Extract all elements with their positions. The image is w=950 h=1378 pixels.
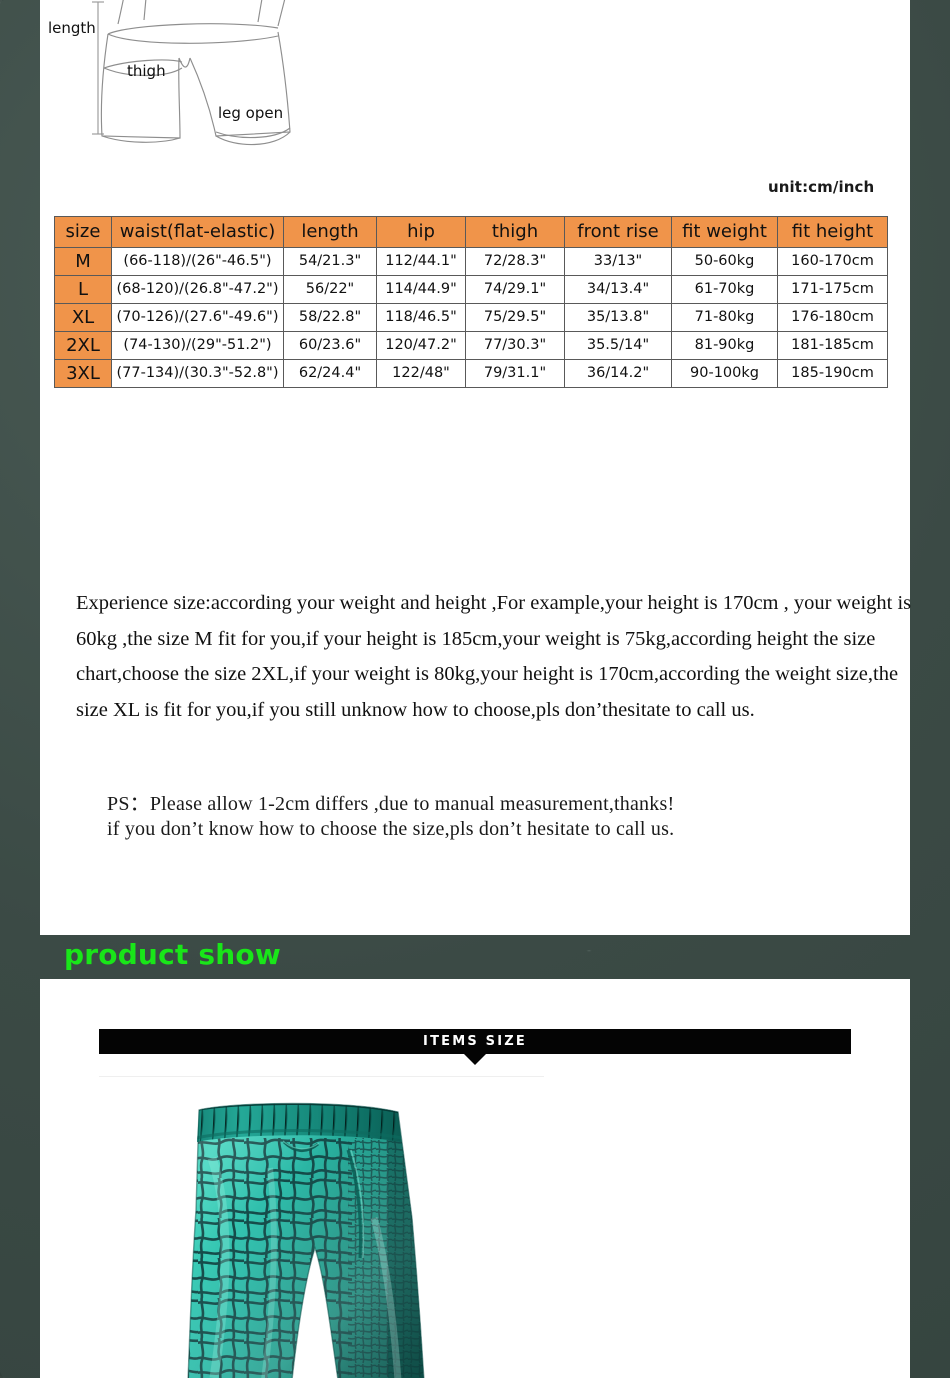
- cell-thigh: 74/29.1": [465, 275, 565, 304]
- product-show-section-band: product show: [40, 935, 910, 979]
- size-chart-table: size waist(flat-elastic) length hip thig…: [54, 216, 888, 388]
- cell-fit-height: 160-170cm: [777, 247, 888, 276]
- cell-fit-weight: 71-80kg: [671, 303, 778, 332]
- column-header-hip: hip: [376, 216, 466, 248]
- table-header-row: size waist(flat-elastic) length hip thig…: [54, 216, 888, 248]
- cell-hip: 114/44.9": [376, 275, 466, 304]
- items-size-arrow-icon: [464, 1054, 486, 1065]
- size-chart-table-wrapper: size waist(flat-elastic) length hip thig…: [54, 216, 888, 388]
- table-row: L (68-120)/(26.8"-47.2") 56/22" 114/44.9…: [54, 275, 888, 304]
- cell-fit-weight: 90-100kg: [671, 359, 778, 388]
- diagram-label-leg-open: leg open: [218, 104, 284, 122]
- diagram-label-length: length: [48, 19, 96, 37]
- cell-thigh: 72/28.3": [465, 247, 565, 276]
- table-row: XL (70-126)/(27.6"-49.6") 58/22.8" 118/4…: [54, 303, 888, 332]
- ps-note-line-1: PS：Please allow 1-2cm differs ,due to ma…: [107, 793, 675, 815]
- table-row: 2XL (74-130)/(29"-51.2") 60/23.6" 120/47…: [54, 331, 888, 360]
- cell-waist: (70-126)/(27.6"-49.6"): [111, 303, 284, 332]
- ps-note: PS：Please allow 1-2cm differs ,due to ma…: [107, 792, 907, 842]
- cell-waist: (77-134)/(30.3"-52.8"): [111, 359, 284, 388]
- unit-note: unit:cm/inch: [768, 178, 875, 196]
- cell-fit-weight: 81-90kg: [671, 331, 778, 360]
- cell-length: 60/23.6": [283, 331, 377, 360]
- cell-hip: 118/46.5": [376, 303, 466, 332]
- cell-length: 58/22.8": [283, 303, 377, 332]
- cell-front-rise: 35.5/14": [564, 331, 672, 360]
- cell-fit-height: 176-180cm: [777, 303, 888, 332]
- cell-front-rise: 36/14.2": [564, 359, 672, 388]
- cell-size: L: [54, 275, 112, 304]
- cell-fit-weight: 61-70kg: [671, 275, 778, 304]
- cell-size: 2XL: [54, 331, 112, 360]
- cell-waist: (68-120)/(26.8"-47.2"): [111, 275, 284, 304]
- column-header-size: size: [54, 216, 112, 248]
- column-header-thigh: thigh: [465, 216, 565, 248]
- cell-hip: 120/47.2": [376, 331, 466, 360]
- diagram-label-thigh: thigh: [127, 62, 166, 80]
- column-header-waist: waist(flat-elastic): [111, 216, 284, 248]
- column-header-fit-height: fit height: [777, 216, 888, 248]
- cell-thigh: 79/31.1": [465, 359, 565, 388]
- cell-front-rise: 33/13": [564, 247, 672, 276]
- cell-length: 54/21.3": [283, 247, 377, 276]
- cell-size: XL: [54, 303, 112, 332]
- cell-fit-weight: 50-60kg: [671, 247, 778, 276]
- experience-size-paragraph: Experience size:according your weight an…: [76, 592, 912, 721]
- cell-fit-height: 171-175cm: [777, 275, 888, 304]
- items-size-banner-label: ITEMS SIZE: [423, 1034, 527, 1049]
- cell-hip: 112/44.1": [376, 247, 466, 276]
- teal-shorts-image: [187, 1102, 425, 1378]
- cell-length: 62/24.4": [283, 359, 377, 388]
- cell-waist: (74-130)/(29"-51.2"): [111, 331, 284, 360]
- product-photo-shorts: [152, 1098, 482, 1378]
- cell-hip: 122/48": [376, 359, 466, 388]
- shorts-measurement-diagram: length hip thigh leg open: [40, 0, 370, 172]
- items-size-banner: ITEMS SIZE: [99, 1029, 851, 1054]
- cell-size: 3XL: [54, 359, 112, 388]
- column-header-length: length: [283, 216, 377, 248]
- table-row: M (66-118)/(26"-46.5") 54/21.3" 112/44.1…: [54, 247, 888, 276]
- column-header-front-rise: front rise: [564, 216, 672, 248]
- cell-front-rise: 34/13.4": [564, 275, 672, 304]
- cell-fit-height: 181-185cm: [777, 331, 888, 360]
- column-header-fit-weight: fit weight: [671, 216, 778, 248]
- cell-length: 56/22": [283, 275, 377, 304]
- items-size-divider: [99, 1076, 544, 1077]
- ps-note-line-2: if you don’t know how to choose the size…: [107, 818, 675, 840]
- cell-thigh: 77/30.3": [465, 331, 565, 360]
- cell-thigh: 75/29.5": [465, 303, 565, 332]
- table-row: 3XL (77-134)/(30.3"-52.8") 62/24.4" 122/…: [54, 359, 888, 388]
- cell-size: M: [54, 247, 112, 276]
- cell-waist: (66-118)/(26"-46.5"): [111, 247, 284, 276]
- cell-fit-height: 185-190cm: [777, 359, 888, 388]
- cell-front-rise: 35/13.8": [564, 303, 672, 332]
- product-show-heading: product show: [64, 938, 281, 971]
